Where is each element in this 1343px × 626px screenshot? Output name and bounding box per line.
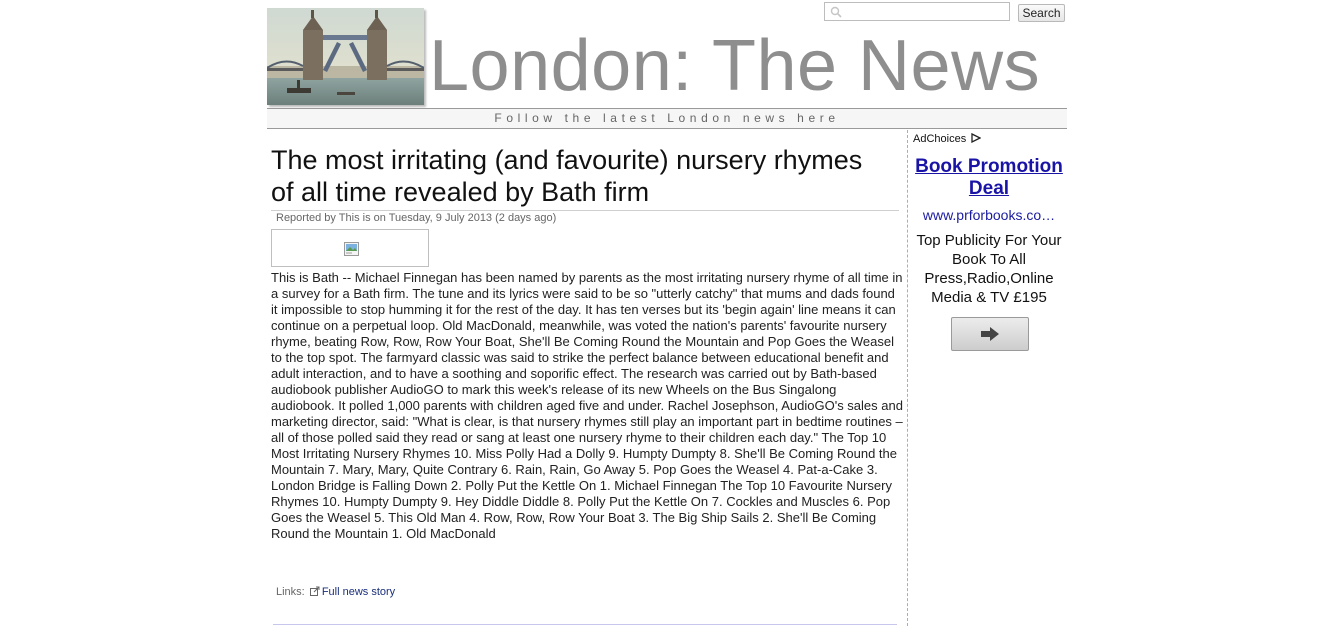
article-headline: The most irritating (and favourite) nurs… <box>271 145 863 207</box>
ad-description: Top Publicity For Your Book To All Press… <box>916 232 1062 306</box>
article-body: This is Bath -- Michael Finnegan has bee… <box>271 270 903 541</box>
tagline: Follow the latest London news here <box>494 111 840 125</box>
tagline-bar: Follow the latest London news here <box>267 108 1067 129</box>
article-image <box>271 229 429 267</box>
external-link-icon <box>309 586 320 596</box>
article-links: Links: Full news story <box>276 586 395 598</box>
full-news-story-link[interactable]: Full news story <box>322 586 395 598</box>
header-image-tower-bridge <box>267 8 424 105</box>
adchoices[interactable]: AdChoices <box>913 133 982 145</box>
adchoices-icon <box>971 133 982 143</box>
ad-title-link[interactable]: Book Promotion Deal <box>911 156 1067 200</box>
search-icon <box>830 6 842 18</box>
site-title: London: The News <box>429 26 1041 106</box>
search-button[interactable]: Search <box>1018 4 1065 22</box>
search-input[interactable] <box>824 2 1010 21</box>
adchoices-label: AdChoices <box>913 133 967 145</box>
arrow-right-icon <box>981 327 999 341</box>
ad-go-button[interactable] <box>951 317 1029 351</box>
page: Search London: The News Follow the lates… <box>267 0 1067 626</box>
headline-divider <box>271 210 899 211</box>
links-label: Links: <box>276 586 305 598</box>
broken-image-icon <box>344 242 359 256</box>
sidebar-divider <box>907 130 908 626</box>
ad-url-link[interactable]: www.prforbooks.co… <box>911 207 1067 223</box>
article-byline: Reported by This is on Tuesday, 9 July 2… <box>276 212 557 224</box>
article-bottom-divider <box>273 624 897 625</box>
